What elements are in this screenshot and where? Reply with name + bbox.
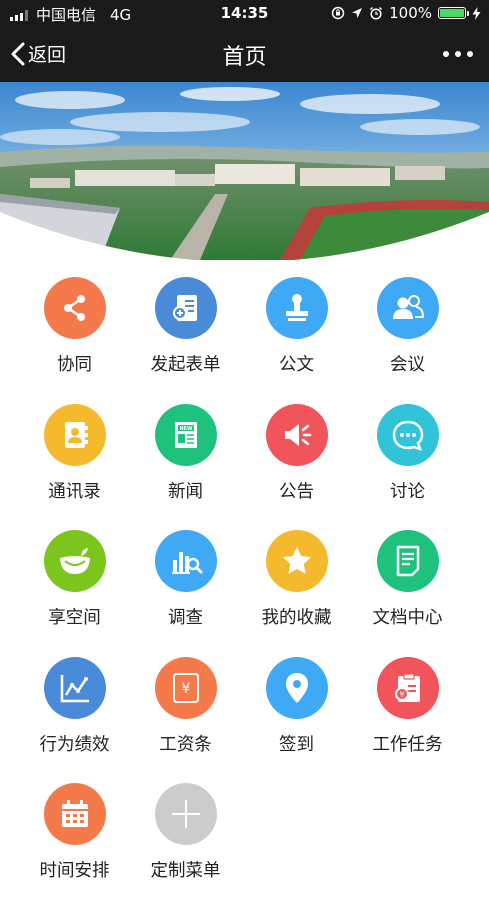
app-item[interactable]: 协同 bbox=[19, 277, 130, 404]
app-item[interactable]: 讨论 bbox=[352, 403, 463, 531]
app-label: 定制菜单 bbox=[150, 861, 221, 881]
app-item[interactable]: 调查 bbox=[130, 530, 241, 657]
app-label: 工作任务 bbox=[372, 734, 443, 755]
status-right: 100% bbox=[331, 4, 481, 22]
salary-icon: ¥ bbox=[155, 656, 217, 719]
plus-icon bbox=[155, 783, 217, 845]
campus-aerial-photo bbox=[0, 82, 489, 260]
performance-icon bbox=[44, 656, 106, 719]
app-grid-row: 时间安排 定制菜单 bbox=[0, 783, 489, 910]
app-item[interactable]: 行为绩效 bbox=[19, 656, 130, 784]
app-item[interactable]: 发起表单 bbox=[130, 277, 241, 404]
battery-icon bbox=[438, 7, 469, 19]
location-icon bbox=[266, 656, 328, 719]
document-icon bbox=[377, 530, 439, 592]
space-icon bbox=[44, 530, 106, 592]
calendar-icon bbox=[44, 783, 106, 845]
contacts-icon bbox=[44, 403, 106, 466]
app-item[interactable]: 定制菜单 bbox=[130, 783, 241, 910]
app-item[interactable]: ¥ 工资条 bbox=[130, 656, 241, 784]
more-menu-button[interactable] bbox=[443, 42, 473, 66]
svg-text:¥: ¥ bbox=[182, 681, 191, 697]
app-label: 会议 bbox=[390, 355, 425, 375]
status-bar: 中国电信 4G 14:35 100% bbox=[0, 0, 489, 28]
app-item[interactable]: 公告 bbox=[241, 403, 352, 531]
app-item[interactable]: 时间安排 bbox=[19, 783, 130, 910]
app-item[interactable]: 会议 bbox=[352, 277, 463, 404]
news-icon: NEW bbox=[155, 403, 217, 466]
app-grid-row: 协同 发起表单 公文会议 bbox=[0, 277, 489, 404]
charging-icon bbox=[472, 6, 481, 20]
people-icon bbox=[377, 277, 439, 339]
navigation-bar: 返回 首页 bbox=[0, 28, 489, 82]
survey-icon bbox=[155, 530, 217, 592]
campus-banner-image bbox=[0, 82, 489, 260]
app-grid-row: 通讯录 NEW 新闻 公告讨论 bbox=[0, 403, 489, 531]
app-item[interactable]: 文档中心 bbox=[352, 530, 463, 657]
star-icon bbox=[266, 530, 328, 592]
location-arrow-icon bbox=[352, 8, 363, 18]
rotation-lock-icon bbox=[331, 6, 345, 20]
app-item[interactable]: 通讯录 bbox=[19, 403, 130, 531]
share-icon bbox=[44, 277, 106, 339]
svg-text:NEW: NEW bbox=[179, 426, 193, 432]
megaphone-icon bbox=[266, 403, 328, 466]
task-icon: ¥ bbox=[377, 656, 439, 719]
app-item[interactable]: NEW 新闻 bbox=[130, 403, 241, 531]
alarm-icon bbox=[370, 6, 383, 20]
form-icon bbox=[155, 277, 217, 339]
stamp-icon bbox=[266, 277, 328, 339]
app-item[interactable]: 我的收藏 bbox=[241, 530, 352, 657]
app-label: 讨论 bbox=[390, 481, 425, 502]
page-title: 首页 bbox=[222, 45, 267, 70]
app-grid-row: 行为绩效 ¥ 工资条 签到 ¥ 工作任务 bbox=[0, 656, 489, 784]
app-item[interactable]: 公文 bbox=[241, 277, 352, 404]
battery-percent: 100% bbox=[389, 4, 432, 22]
app-label: 文档中心 bbox=[372, 608, 443, 628]
app-item[interactable]: ¥ 工作任务 bbox=[352, 656, 463, 784]
svg-text:¥: ¥ bbox=[399, 690, 404, 699]
app-grid-row: 享空间 调查 我的收藏 文档中心 bbox=[0, 530, 489, 657]
app-item[interactable]: 签到 bbox=[241, 656, 352, 784]
app-grid: 协同 发起表单 公文 会议 通讯录 NEW 新闻 公告 讨论 享空间 调查 我的收藏 文档中心 行为绩效 ¥… bbox=[0, 277, 489, 910]
app-item[interactable]: 享空间 bbox=[19, 530, 130, 657]
chat-icon bbox=[377, 403, 439, 466]
